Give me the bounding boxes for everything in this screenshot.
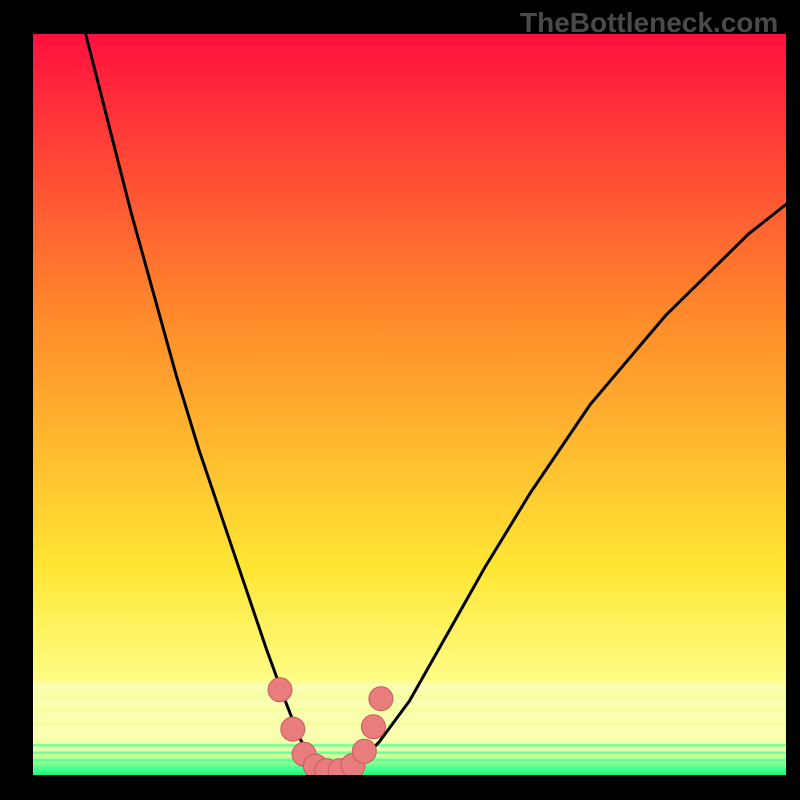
curve-marker: [281, 717, 305, 741]
plot-area: [33, 34, 786, 775]
curve-marker: [268, 678, 292, 702]
chart-stage: TheBottleneck.com: [0, 0, 800, 800]
curve-marker: [369, 687, 393, 711]
curve-marker: [352, 739, 376, 763]
watermark-text: TheBottleneck.com: [520, 7, 778, 39]
curve-marker: [361, 715, 385, 739]
gradient-background: [33, 34, 786, 775]
green-band: [33, 738, 786, 775]
